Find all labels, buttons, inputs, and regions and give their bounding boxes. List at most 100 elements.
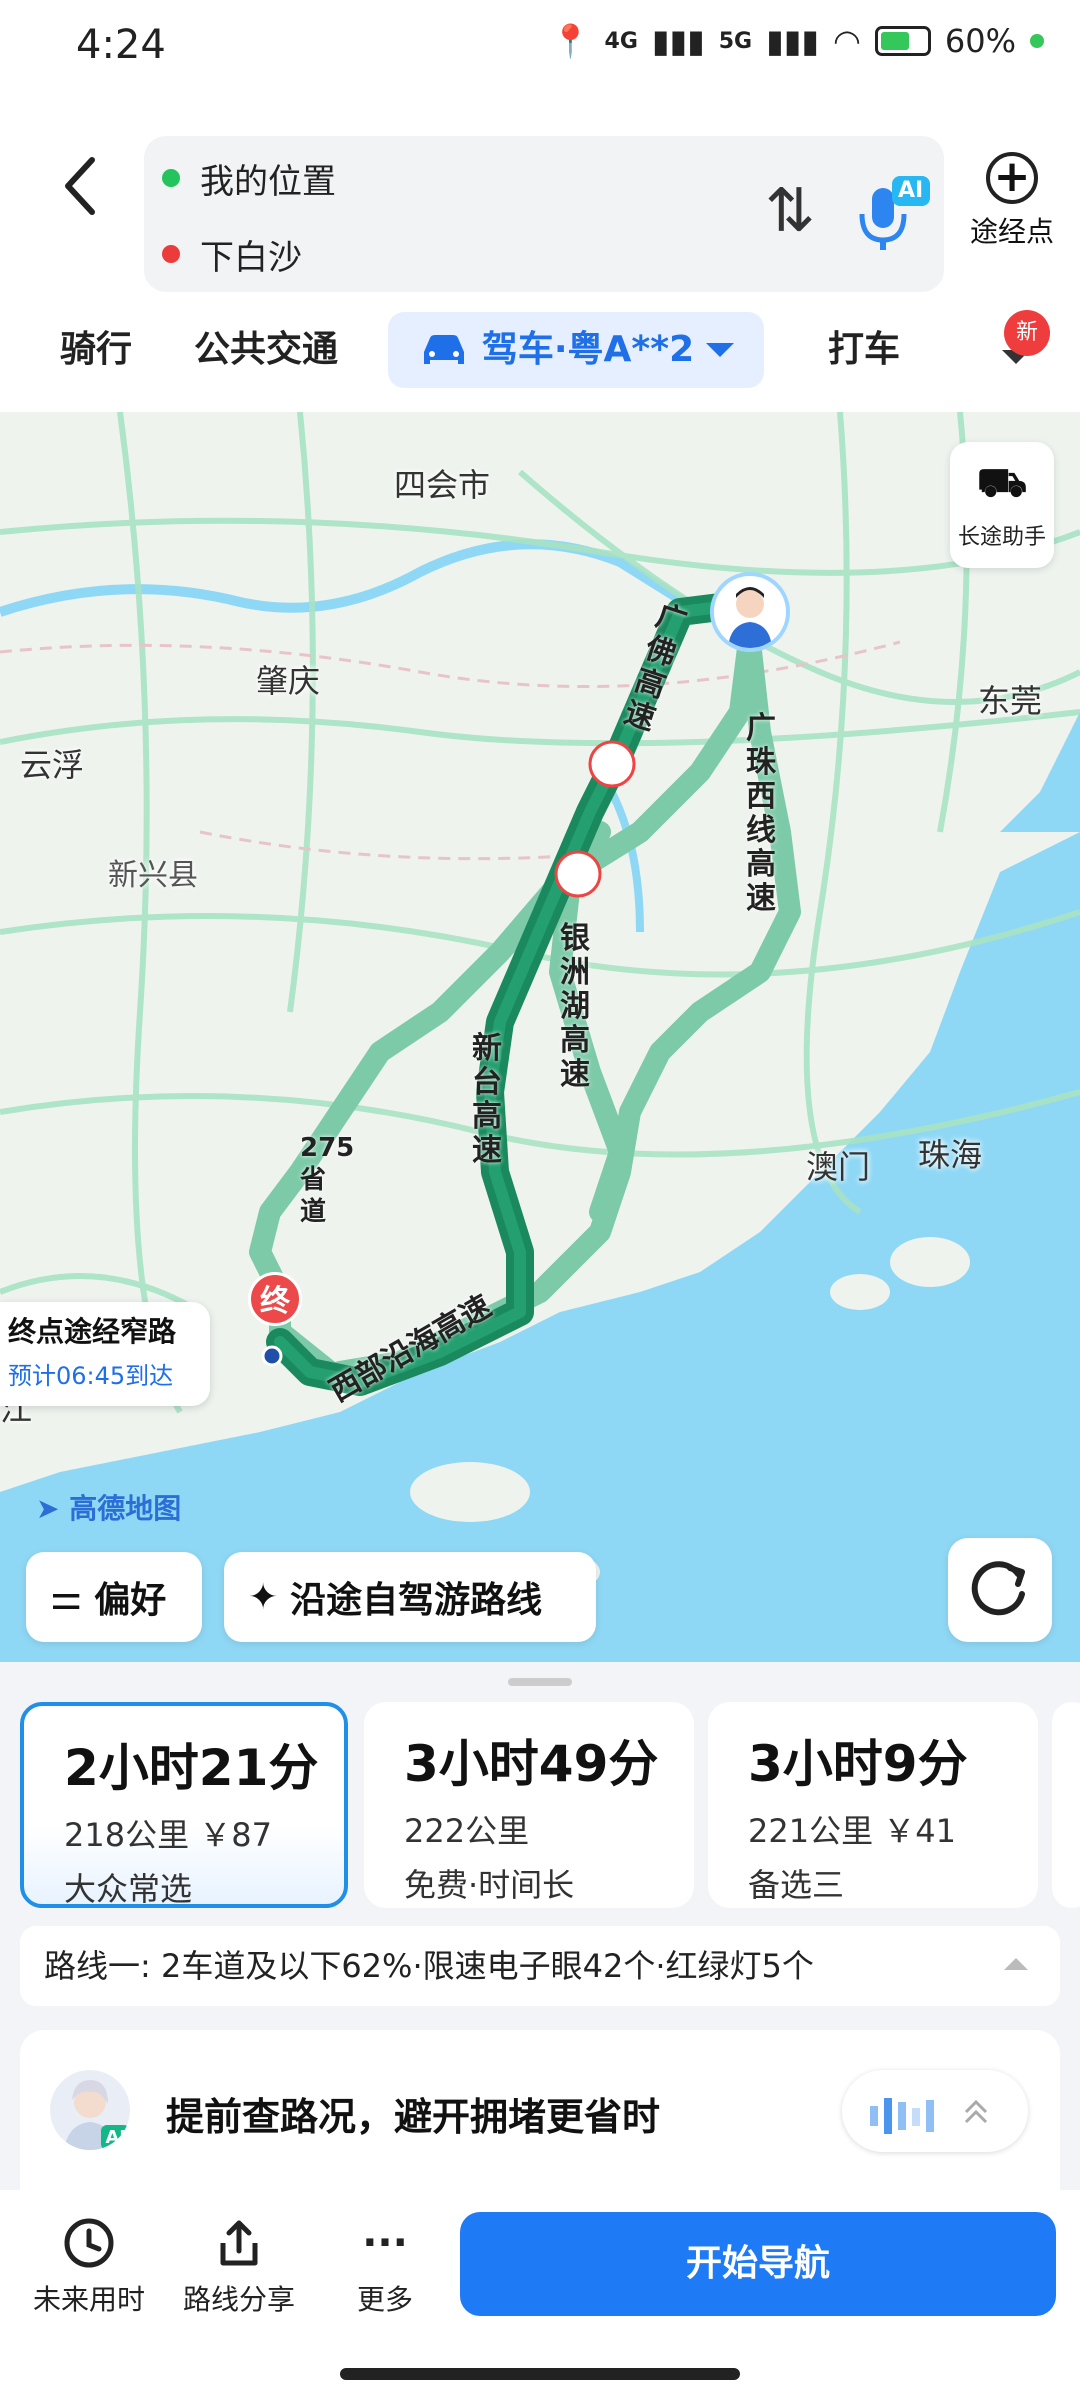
amap-logo-text: 高德地图 — [69, 1492, 182, 1525]
car-icon — [423, 335, 464, 364]
end-eta: 预计06:45到达 — [8, 1362, 174, 1390]
status-time: 4:24 — [76, 22, 166, 68]
route-option-2[interactable]: 3小时49分 222公里 免费·时间长 — [364, 1702, 694, 1908]
signal-bars-icon: ▮▮▮ — [766, 22, 819, 60]
share-icon — [164, 2208, 314, 2278]
ai-voice-button[interactable]: AI — [844, 162, 934, 262]
preference-button[interactable]: ⚌ 偏好 — [26, 1552, 202, 1642]
map-canvas — [0, 412, 1080, 1662]
more-label: 更多 — [356, 2283, 413, 2316]
bottom-action-bar: 未来用时 路线分享 ··· 更多 开始导航 — [0, 2190, 1080, 2400]
ai-assistant-avatar: AI — [50, 2070, 130, 2150]
map-city-label: 云浮 — [20, 746, 85, 784]
location-icon: 📍 — [550, 22, 591, 60]
refresh-button[interactable] — [948, 1538, 1052, 1642]
origin-dot-icon — [162, 169, 180, 187]
route-input-box: 我的位置 下白沙 ⇅ AI — [144, 136, 944, 292]
tab-ride[interactable]: 骑行 — [60, 312, 132, 388]
status-bar: 4:24 📍 4G ▮▮▮ 5G ▮▮▮ ◠ 60% — [0, 0, 1080, 100]
signal-5g-icon: 5G — [718, 28, 753, 54]
destination-dot-icon — [162, 245, 180, 263]
map-city-label: 新兴县 — [108, 858, 198, 893]
route-duration: 3小时9分 — [748, 1735, 968, 1793]
chevron-up-icon — [1004, 1958, 1028, 1970]
future-time-label: 未来用时 — [32, 2283, 145, 2316]
preference-label: 偏好 — [94, 1580, 167, 1621]
more-button[interactable]: ··· 更多 — [310, 2208, 460, 2318]
end-point-marker[interactable]: 终 — [248, 1272, 302, 1326]
swap-button[interactable]: ⇅ — [760, 176, 820, 246]
wifi-icon: ◠ — [832, 22, 861, 60]
current-location-avatar[interactable] — [710, 572, 790, 652]
route-tag: 免费·时间长 — [404, 1866, 575, 1904]
route-option-1[interactable]: 2小时21分 218公里 ￥87 大众常选 — [20, 1702, 348, 1908]
battery-icon — [874, 26, 931, 56]
drive-tab-label: 驾车·粤A**2 — [481, 329, 695, 370]
ai-traffic-card[interactable]: AI 提前查路况，避开拥堵更省时 — [20, 2030, 1060, 2202]
route-tag: 大众常选 — [64, 1870, 193, 1908]
more-dots-icon: ··· — [362, 2220, 408, 2266]
back-button[interactable] — [54, 146, 114, 226]
route-tag: 备选三 — [748, 1866, 845, 1904]
road-label-xintai: 新台高速 — [472, 1031, 502, 1168]
ai-avatar-badge: AI — [101, 2125, 130, 2150]
road-label-yinzhouhu: 银洲湖高速 — [560, 921, 590, 1092]
origin-text: 我的位置 — [200, 161, 336, 202]
waypoint-label: 途经点 — [969, 215, 1054, 248]
end-title: 终点途经窄路 — [8, 1315, 177, 1348]
status-icons: 📍 4G ▮▮▮ 5G ▮▮▮ ◠ 60% — [551, 22, 1044, 60]
privacy-dot-icon — [1030, 34, 1044, 48]
ai-badge: AI — [898, 178, 924, 203]
map-city-label: 珠海 — [918, 1136, 983, 1174]
plus-circle-icon: + — [986, 152, 1038, 204]
map-city-label: 澳门 — [806, 1148, 871, 1186]
route-info-bar[interactable]: 路线一: 2车道及以下62%·限速电子眼42个·红绿灯5个 — [20, 1926, 1060, 2006]
sparkle-icon: ✦ — [248, 1576, 279, 1618]
road-trip-label: 沿途自驾游路线 — [290, 1580, 543, 1621]
avatar-icon — [728, 587, 772, 648]
road-trip-routes-button[interactable]: ✦ 沿途自驾游路线 — [224, 1552, 596, 1642]
audio-wave-icon — [870, 2098, 988, 2134]
road-label-provincial: 275省道 — [300, 1133, 355, 1227]
clock-icon — [14, 2208, 164, 2278]
route-distance-toll: 222公里 — [404, 1812, 530, 1850]
start-navigation-button[interactable]: 开始导航 — [460, 2212, 1056, 2316]
travel-mode-tabs: 骑行 公共交通 驾车·粤A**2 打车 — [0, 312, 1080, 398]
battery-percent: 60% — [944, 22, 1016, 60]
home-indicator[interactable] — [340, 2368, 740, 2380]
route-option-more[interactable] — [1052, 1702, 1080, 1908]
route-share-button[interactable]: 路线分享 — [164, 2208, 314, 2318]
route-options-panel: 2小时21分 218公里 ￥87 大众常选 3小时49分 222公里 免费·时间… — [0, 1662, 1080, 2202]
tab-taxi[interactable]: 打车 — [828, 312, 900, 388]
long-trip-assistant-button[interactable]: ⛟ 长途助手 — [950, 442, 1054, 568]
long-trip-label: 长途助手 — [957, 525, 1046, 550]
route-distance-toll: 221公里 ￥41 — [748, 1812, 956, 1850]
route-distance-toll: 218公里 ￥87 — [64, 1816, 272, 1854]
route-duration: 3小时49分 — [404, 1735, 659, 1793]
back-arrow-icon — [65, 157, 95, 215]
microphone-icon — [859, 176, 930, 250]
end-point-info-card[interactable]: 终点途经窄路 预计06:45到达 — [0, 1302, 210, 1406]
amap-logo: ➤ 高德地图 — [36, 1487, 181, 1527]
signal-bars-icon: ▮▮▮ — [651, 22, 705, 60]
add-waypoint-button[interactable]: + 途经点 — [962, 152, 1062, 250]
route-info-text: 路线一: 2车道及以下62%·限速电子眼42个·红绿灯5个 — [44, 1947, 814, 1985]
map-city-label: 肇庆 — [256, 662, 321, 700]
route-option-3[interactable]: 3小时9分 221公里 ￥41 备选三 — [708, 1702, 1038, 1908]
amap-arrow-icon: ➤ — [36, 1492, 60, 1525]
future-time-button[interactable]: 未来用时 — [14, 2208, 164, 2318]
destination-field[interactable]: 下白沙 — [162, 224, 302, 284]
tab-transit[interactable]: 公共交通 — [194, 312, 338, 388]
long-trip-icon: ⛟ — [976, 460, 1028, 506]
road-label-guangzhu-west: 广珠西线高速 — [746, 711, 776, 916]
destination-text: 下白沙 — [200, 237, 302, 278]
drag-handle[interactable] — [508, 1678, 572, 1686]
dropdown-arrow-icon — [706, 343, 735, 357]
map-view[interactable]: 四会市 肇庆 云浮 新兴县 东莞 澳门 珠海 江 广佛高速 广珠西线高速 银洲湖… — [0, 412, 1080, 1662]
ai-expand-button[interactable] — [842, 2070, 1028, 2152]
tab-drive[interactable]: 驾车·粤A**2 — [388, 312, 764, 388]
ai-card-text: 提前查路况，避开拥堵更省时 — [166, 2095, 661, 2139]
signal-4g-icon: 4G — [604, 28, 638, 54]
origin-field[interactable]: 我的位置 — [162, 148, 336, 208]
new-badge: 新 — [1004, 310, 1050, 356]
